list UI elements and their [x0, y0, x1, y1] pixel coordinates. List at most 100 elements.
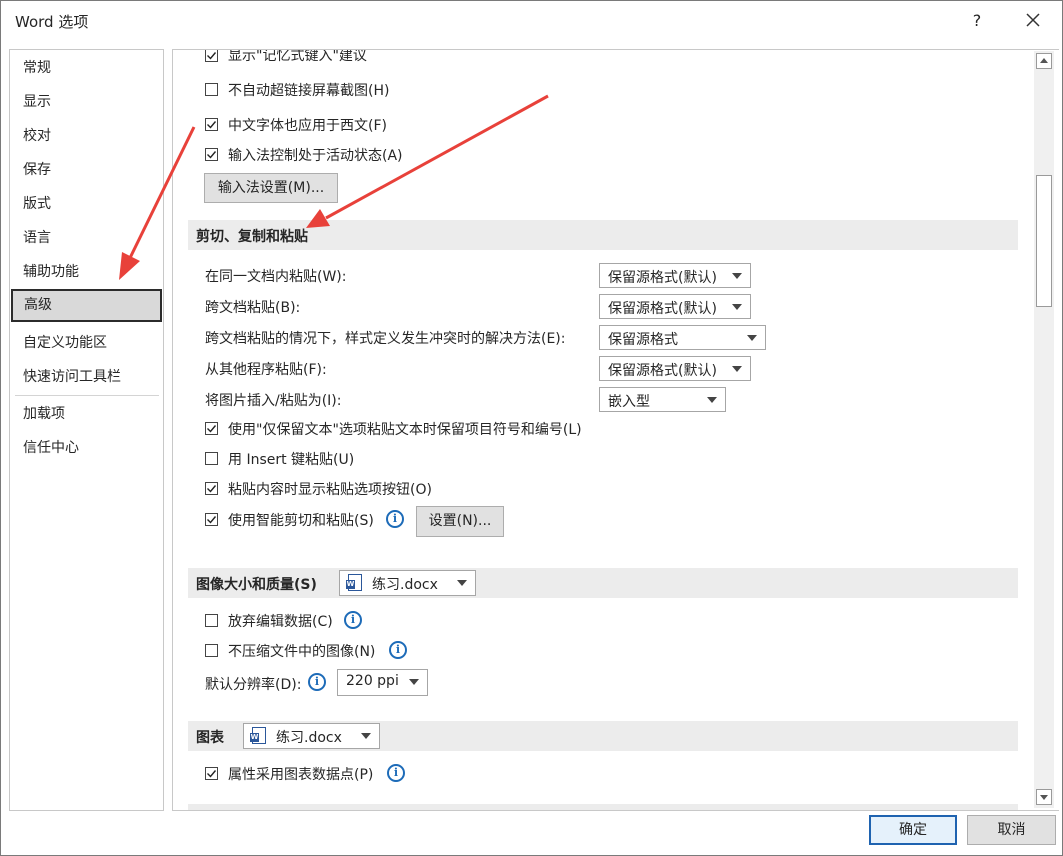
smart-paste-settings-button[interactable]: 设置(N)...: [416, 506, 504, 537]
paste-style-conflict-select[interactable]: 保留源格式: [599, 325, 766, 350]
paste-other-program-select[interactable]: 保留源格式(默认): [599, 356, 751, 381]
nav-item-display[interactable]: 显示: [10, 87, 163, 117]
nav-item-advanced[interactable]: 高级: [11, 289, 162, 322]
check-icon: [207, 425, 217, 433]
select-value: 220 ppi: [346, 673, 399, 689]
nav-item-customize-ribbon[interactable]: 自定义功能区: [10, 328, 163, 358]
dropdown-arrow-icon: [707, 397, 717, 403]
section-title: 图表: [196, 730, 224, 746]
paste-cross-doc-select[interactable]: 保留源格式(默认): [599, 294, 751, 319]
no-compress-images-label: 不压缩文件中的图像(N): [228, 644, 376, 660]
nav-item-language[interactable]: 语言: [10, 223, 163, 253]
default-resolution-label: 默认分辨率(D):: [205, 677, 302, 693]
info-icon[interactable]: i: [389, 641, 407, 659]
ime-settings-button[interactable]: 输入法设置(M)...: [204, 173, 338, 203]
select-value: 保留源格式(默认): [608, 270, 717, 286]
chart-doc-select[interactable]: W 练习.docx: [243, 723, 380, 749]
chart-follow-data-point-label: 属性采用图表数据点(P): [228, 767, 374, 783]
nav-item-addins[interactable]: 加载项: [10, 399, 163, 429]
paste-same-doc-select[interactable]: 保留源格式(默认): [599, 263, 751, 288]
insert-picture-label: 将图片插入/粘贴为(I):: [205, 393, 342, 409]
check-icon: [207, 516, 217, 524]
select-value: 练习.docx: [276, 730, 342, 746]
dialog-title: Word 选项: [15, 13, 89, 31]
select-value: 保留源格式(默认): [608, 301, 717, 317]
nav-item-general[interactable]: 常规: [10, 53, 163, 83]
check-icon: [207, 151, 217, 159]
word-document-icon: W: [346, 574, 362, 591]
section-cut-copy-paste: 剪切、复制和粘贴: [188, 220, 1018, 250]
cn-font-west-label: 中文字体也应用于西文(F): [228, 118, 387, 134]
info-icon[interactable]: i: [308, 673, 326, 691]
dropdown-arrow-icon: [409, 679, 419, 685]
category-nav: 常规 显示 校对 保存 版式 语言 辅助功能 高级 自定义功能区 快速访问工具栏…: [9, 49, 164, 811]
ime-active-label: 输入法控制处于活动状态(A): [228, 148, 403, 164]
select-value: 练习.docx: [372, 577, 438, 593]
ime-active-checkbox[interactable]: [205, 148, 218, 161]
paste-cross-doc-label: 跨文档粘贴(B):: [205, 300, 301, 316]
memory-suggest-label: 显示"记忆式键入"建议: [228, 49, 367, 64]
section-title: 图像大小和质量(S): [196, 577, 317, 593]
paste-style-conflict-label: 跨文档粘贴的情况下，样式定义发生冲突时的解决方法(E):: [205, 331, 566, 347]
chart-follow-data-point-checkbox[interactable]: [205, 767, 218, 780]
check-icon: [207, 770, 217, 778]
image-doc-select[interactable]: W 练习.docx: [339, 570, 476, 596]
info-icon[interactable]: i: [386, 510, 404, 528]
cn-font-west-checkbox[interactable]: [205, 118, 218, 131]
paste-other-program-label: 从其他程序粘贴(F):: [205, 362, 327, 378]
check-icon: [207, 121, 217, 129]
nav-item-save[interactable]: 保存: [10, 155, 163, 185]
section-image-quality: 图像大小和质量(S) W 练习.docx: [188, 568, 1018, 598]
select-value: 保留源格式(默认): [608, 363, 717, 379]
dropdown-arrow-icon: [747, 335, 757, 341]
no-autolink-label: 不自动超链接屏幕截图(H): [228, 83, 390, 99]
vertical-scrollbar[interactable]: [1034, 51, 1054, 808]
select-value: 保留源格式: [608, 332, 678, 348]
discard-edit-data-checkbox[interactable]: [205, 614, 218, 627]
arrow-up-icon: [1040, 58, 1048, 63]
nav-item-layout[interactable]: 版式: [10, 189, 163, 219]
insert-picture-select[interactable]: 嵌入型: [599, 387, 726, 412]
nav-item-proofing[interactable]: 校对: [10, 121, 163, 151]
smart-cut-paste-label: 使用智能剪切和粘贴(S): [228, 513, 374, 529]
check-icon: [207, 52, 217, 60]
scroll-thumb[interactable]: [1036, 175, 1052, 307]
nav-item-quick-access-toolbar[interactable]: 快速访问工具栏: [10, 362, 163, 392]
no-autolink-checkbox[interactable]: [205, 83, 218, 96]
dropdown-arrow-icon: [732, 366, 742, 372]
dropdown-arrow-icon: [732, 273, 742, 279]
cancel-button[interactable]: 取消: [967, 815, 1056, 845]
scroll-down-button[interactable]: [1036, 789, 1052, 805]
ok-button[interactable]: 确定: [869, 815, 957, 845]
smart-cut-paste-checkbox[interactable]: [205, 513, 218, 526]
options-content: 显示"记忆式键入"建议 不自动超链接屏幕截图(H) 中文字体也应用于西文(F) …: [172, 49, 1059, 811]
check-icon: [207, 485, 217, 493]
memory-suggest-checkbox[interactable]: [205, 50, 218, 62]
discard-edit-data-label: 放弃编辑数据(C): [228, 614, 333, 630]
close-icon: [1026, 13, 1040, 27]
word-document-icon: W: [250, 727, 266, 744]
section-chart: 图表 W 练习.docx: [188, 721, 1018, 751]
show-paste-options-label: 粘贴内容时显示粘贴选项按钮(O): [228, 482, 432, 498]
select-value: 嵌入型: [608, 394, 650, 410]
no-compress-images-checkbox[interactable]: [205, 644, 218, 657]
insert-key-paste-label: 用 Insert 键粘贴(U): [228, 452, 355, 468]
keep-text-only-checkbox[interactable]: [205, 422, 218, 435]
insert-key-paste-checkbox[interactable]: [205, 452, 218, 465]
info-icon[interactable]: i: [387, 764, 405, 782]
dropdown-arrow-icon: [732, 304, 742, 310]
close-button[interactable]: [1019, 9, 1047, 33]
word-options-dialog: Word 选项 ? 常规 显示 校对 保存 版式 语言 辅助功能 高级 自定义功…: [0, 0, 1063, 856]
info-icon[interactable]: i: [344, 611, 362, 629]
dropdown-arrow-icon: [457, 580, 467, 586]
nav-item-accessibility[interactable]: 辅助功能: [10, 257, 163, 287]
scroll-up-button[interactable]: [1036, 53, 1052, 69]
nav-item-trust-center[interactable]: 信任中心: [10, 433, 163, 463]
default-resolution-select[interactable]: 220 ppi: [337, 669, 428, 696]
help-button[interactable]: ?: [963, 9, 991, 33]
section-title: 剪切、复制和粘贴: [196, 229, 308, 245]
show-paste-options-checkbox[interactable]: [205, 482, 218, 495]
paste-same-doc-label: 在同一文档内粘贴(W):: [205, 269, 347, 285]
section-next-partial: [188, 804, 1018, 810]
nav-divider: [15, 395, 159, 396]
